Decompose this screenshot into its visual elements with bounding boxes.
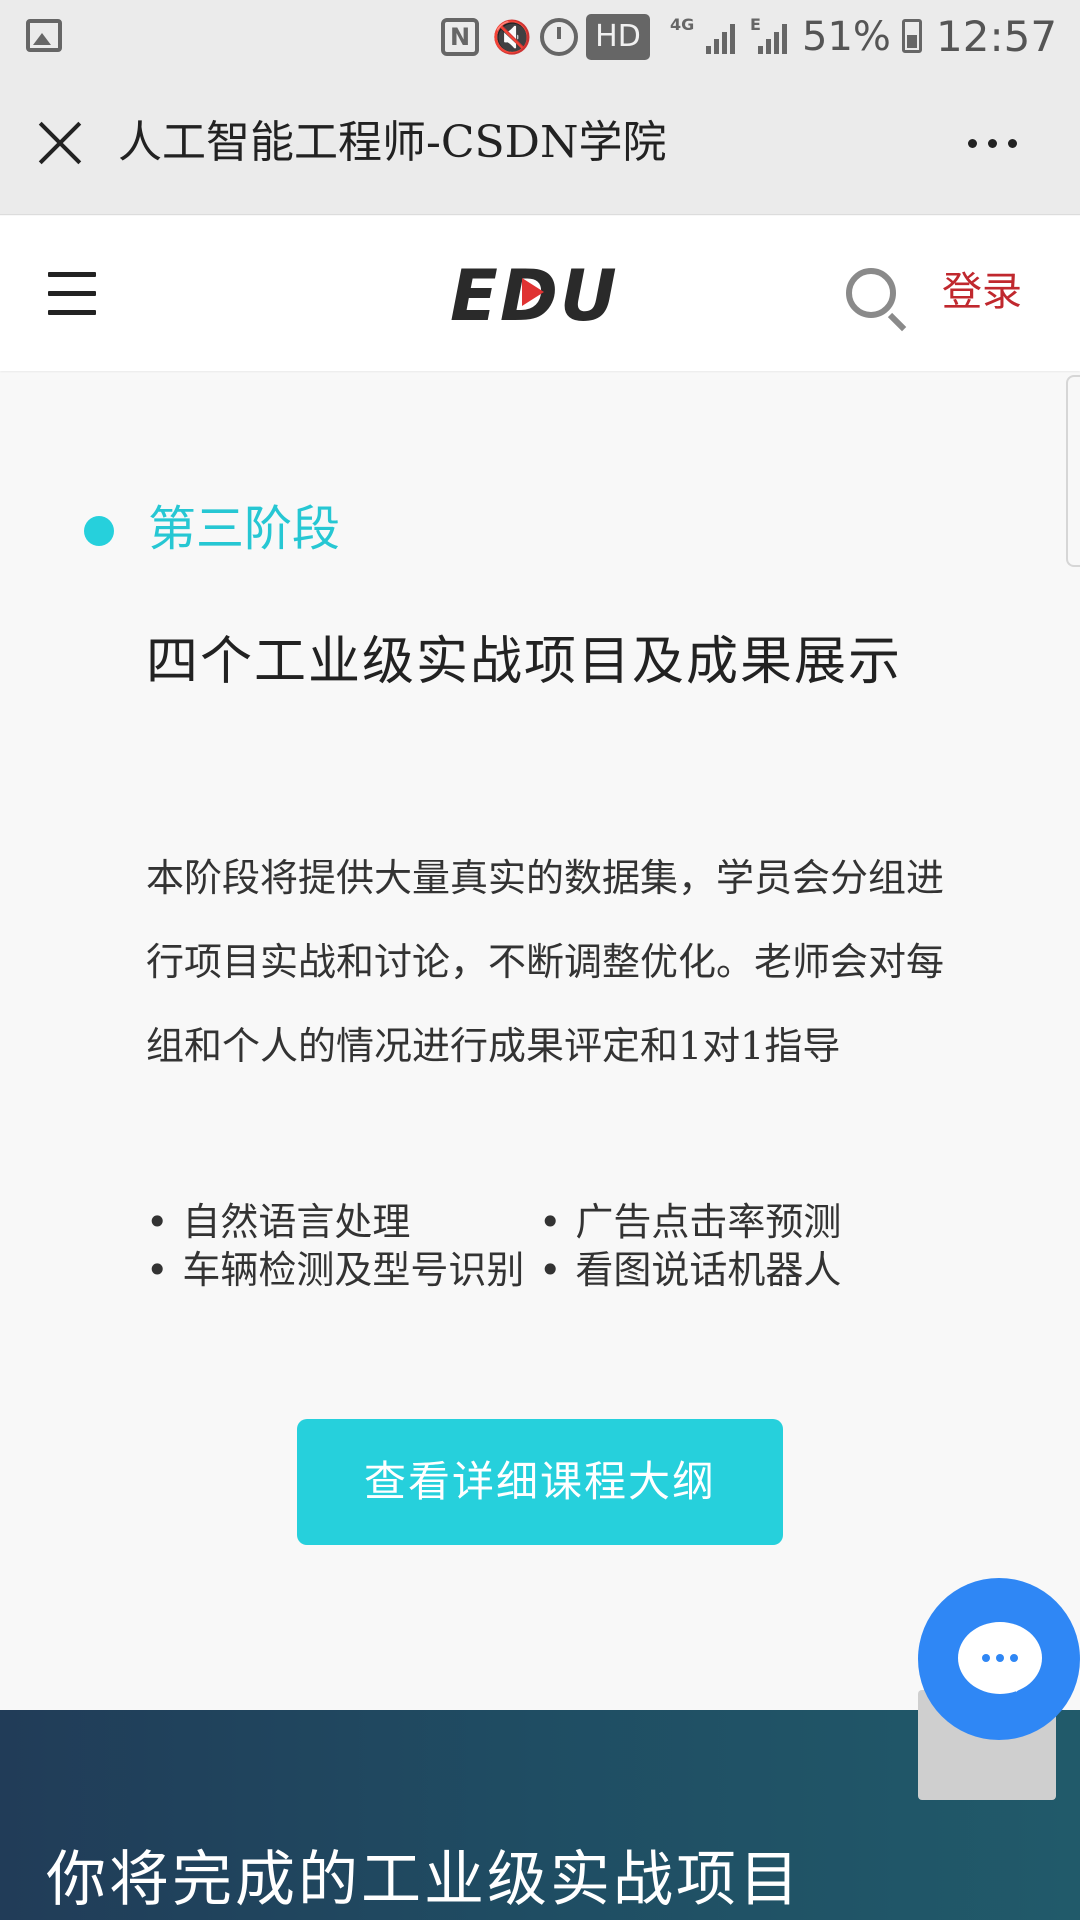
list-item: 车辆检测及型号识别 <box>146 1246 524 1294</box>
close-icon[interactable] <box>34 115 86 167</box>
battery-percent: 51% <box>802 14 891 60</box>
hd-badge: HD <box>586 14 650 60</box>
edu-logo[interactable]: EDU <box>450 256 619 336</box>
section-heading: 你将完成的工业级实战项目 <box>46 1845 802 1915</box>
signal-icon <box>706 20 742 54</box>
stage-title: 四个工业级实战项目及成果展示 <box>146 632 903 692</box>
side-drawer-tab[interactable] <box>1066 375 1080 567</box>
chat-button[interactable] <box>918 1578 1080 1740</box>
network-type: 4G <box>670 15 695 34</box>
play-icon <box>522 278 544 306</box>
chat-dots-icon <box>976 1654 1024 1662</box>
menu-icon[interactable] <box>48 272 96 316</box>
list-item: 自然语言处理 <box>146 1198 410 1246</box>
app-bar: 人工智能工程师-CSDN学院 <box>0 75 1080 215</box>
nfc-icon: N <box>441 18 479 56</box>
status-bar: N 🔇 HD 4G E 51% 12:57 <box>0 0 1080 75</box>
view-syllabus-button[interactable]: 查看详细课程大纲 <box>297 1419 783 1545</box>
site-header: EDU 登录 <box>0 216 1080 371</box>
mute-icon: 🔇 <box>492 18 532 56</box>
list-item: 看图说话机器人 <box>539 1246 841 1294</box>
more-options-icon[interactable] <box>968 139 1020 149</box>
alarm-icon <box>540 18 578 56</box>
battery-icon <box>902 19 922 53</box>
search-icon[interactable] <box>846 268 896 318</box>
signal-icon-secondary <box>758 20 794 54</box>
stage-description: 本阶段将提供大量真实的数据集，学员会分组进行项目实战和讨论，不断调整优化。老师会… <box>146 856 945 1068</box>
stage-label: 第三阶段 <box>148 501 341 557</box>
login-link[interactable]: 登录 <box>942 264 1022 320</box>
clock: 12:57 <box>936 12 1058 61</box>
list-item: 广告点击率预测 <box>539 1198 841 1246</box>
stage-bullet-dot <box>84 516 114 546</box>
image-notification-icon <box>26 19 62 52</box>
page-title: 人工智能工程师-CSDN学院 <box>118 117 667 168</box>
